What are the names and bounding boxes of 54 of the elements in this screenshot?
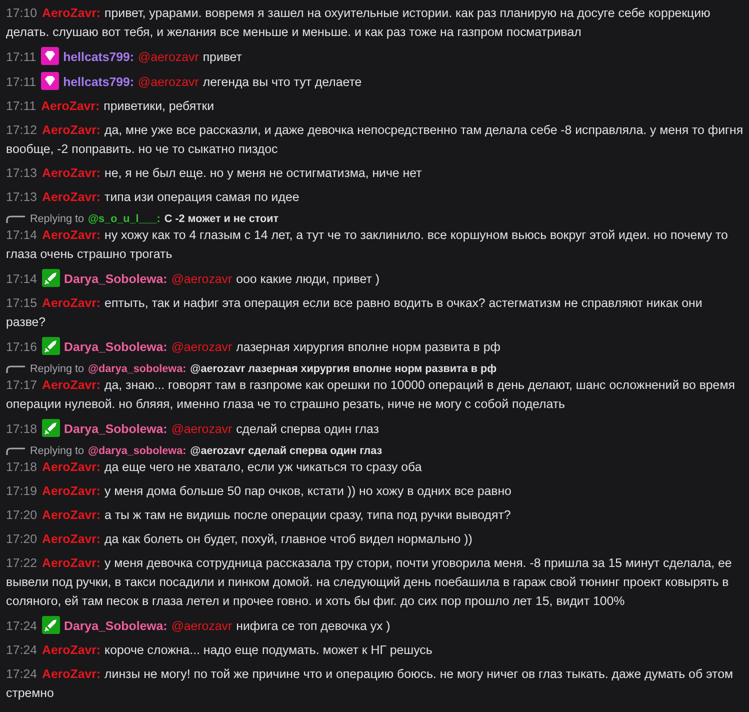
gem-badge-icon <box>41 72 60 90</box>
sword-badge-icon <box>42 336 60 354</box>
gem-badge-icon <box>41 46 60 64</box>
message-text: привет <box>202 50 242 64</box>
timestamp: 17:18 <box>6 422 38 436</box>
chat-message: 17:14 AeroZavr: ну хожу как то 4 глазым с 14 лет, а тут че то заклинило. все коршуном вьюсь вокруг этой идеи. но почему то глаза очень страшно трогать <box>6 226 729 263</box>
message-text: легенда вы что тут делаете <box>202 74 362 88</box>
chat-message: 17:13 AeroZavr: типа изи операция самая по идее <box>6 188 300 206</box>
username[interactable]: Darya_Sobolewa: <box>64 618 168 632</box>
timestamp: 17:16 <box>6 340 38 354</box>
reply-username[interactable]: @darya_sobolewa: <box>88 444 186 458</box>
mention[interactable]: @aerozavr <box>171 618 232 632</box>
mention[interactable]: @aerozavr <box>138 50 199 64</box>
message-text: ооо какие люди, привет ) <box>236 272 380 286</box>
sword-badge-icon <box>42 418 60 436</box>
reply-label: Replying to <box>30 212 84 226</box>
chat-message: 17:20 AeroZavr: да как болеть он будет, похуй, главное чтоб видел нормально )) <box>6 530 474 548</box>
username[interactable]: hellcats799: <box>63 50 134 64</box>
username[interactable]: hellcats799: <box>63 74 134 88</box>
reply-text: @aerozavr сделай сперва один глаз <box>190 444 382 458</box>
chat-message: 17:13 AeroZavr: не, я не был еще. но у меня не остигматизма, ниче нет <box>6 164 423 182</box>
reply-label: Replying to <box>30 362 84 376</box>
username[interactable]: Darya_Sobolewa: <box>64 422 168 436</box>
reply-username[interactable]: @darya_sobolewa: <box>88 362 186 376</box>
message-text: лазерная хирургия вполне норм развита в рф <box>236 340 500 354</box>
mention[interactable]: @aerozavr <box>171 272 232 286</box>
chat-message: 17:20 AeroZavr: а ты ж там не видишь после операции сразу, типа под ручки выводят? <box>6 506 512 524</box>
message-text: сделай сперва один глаз <box>236 422 379 436</box>
reply-label: Replying to <box>30 444 84 458</box>
mention[interactable]: @aerozavr <box>138 74 199 88</box>
reply-text: С -2 может и не стоит <box>164 212 279 226</box>
chat-message: 17:15 AeroZavr: ептыть, так и нафиг эта операция если все равно водить в очках? астегматизм не справляют никак они разве? <box>6 294 704 331</box>
reply-username[interactable]: @s_o_u_l___: <box>88 212 160 226</box>
username[interactable]: Darya_Sobolewa: <box>64 340 168 354</box>
sword-badge-icon <box>42 616 60 634</box>
sword-badge-icon <box>42 268 60 286</box>
chat-message: 17:22 AeroZavr: у меня девочка сотрудница рассказала тру стори, почти уговорила меня. -8 пришла за 15 минут сделала, ее вывели под ручки, в такси посадили и пинком домой. на следующий день поебашила в гараж свой тюнинг проект ковырять в соляного, ей там песок в глаза летел и прочее говно. и хоть бы фиг. до сих пор прошло лет 15, видит 100% <box>6 554 733 610</box>
mention[interactable]: @aerozavr <box>171 422 232 436</box>
chat-message: 17:18 AeroZavr: да еще чего не хватало, если уж чикаться то сразу оба <box>6 458 423 476</box>
username[interactable]: Darya_Sobolewa: <box>64 272 168 286</box>
chat-message: 17:10 AeroZavr: привет, урарами. вовремя я зашел на охуительные истории. как раз планирую на досуге себе коррекцию делать. слушаю вот тебя, и желания все меньше и меньше. и как раз тоже на газпром посматривал <box>6 4 712 41</box>
chat-message: 17:17 AeroZavr: да, знаю... говорят там в газпроме как орешки по 10000 операций в день делают, шанс осложнений во время операции нулевой. но бляяя, именно глаза че то страшно резать, ниче не могу с собой поделать <box>6 376 736 413</box>
timestamp: 17:24 <box>6 618 38 632</box>
timestamp: 17:11 <box>6 74 36 88</box>
chat-message: 17:24 AeroZavr: линзы не могу! по той же причине что и операцию боюсь. не могу ничег ов глаз тыкать. даже думать об этом стремно <box>6 666 734 702</box>
timestamp: 17:14 <box>6 272 38 286</box>
chat-message: 17:12 AeroZavr: да, мне уже все рассказли, и даже девочка непосредственно там делала себе -8 исправляла. у меня то фигня вообще, -2 поправить. но че то сыкатно пиздос <box>6 122 744 158</box>
timestamp: 17:11 <box>6 50 36 64</box>
chat-message: 17:19 AeroZavr: у меня дома больше 50 пар очков, кстати )) но хожу в одних все равно <box>6 482 512 500</box>
reply-text: @aerozavr лазерная хирургия вполне норм развита в рф <box>190 362 497 376</box>
mention[interactable]: @aerozavr <box>171 340 232 354</box>
message-text: нифига се топ девочка ух ) <box>236 618 390 632</box>
chat-message: 17:11 AeroZavr: приветики, ребятки <box>6 98 216 115</box>
chat-message: 17:24 AeroZavr: короче сложна... надо еще подумать. может к НГ решусь <box>6 642 434 659</box>
